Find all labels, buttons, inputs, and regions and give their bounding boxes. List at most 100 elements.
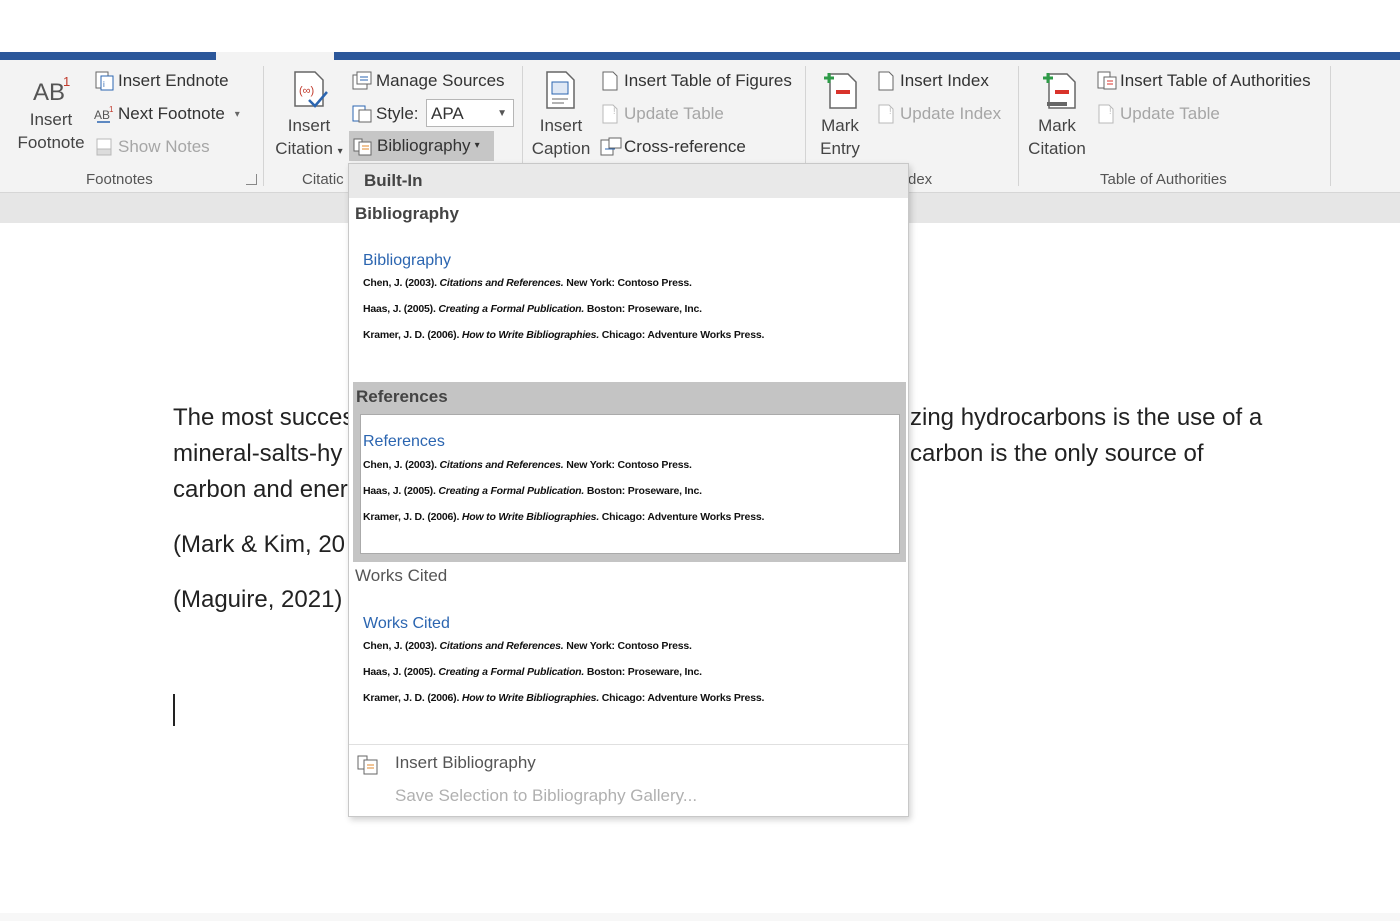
update-authorities-table-label: Update Table [1120,104,1220,123]
doc-citation-1: (Mark & Kim, 20 [173,531,346,558]
insert-caption-label-1: Insert [539,116,583,135]
references-section-heading: References [356,387,448,406]
references-gallery-item[interactable]: References References Chen, J. (2003). C… [353,382,906,562]
svg-text:AB: AB [94,108,110,122]
insert-table-of-authorities-label: Insert Table of Authorities [1120,71,1311,90]
insert-endnote-button[interactable]: i Insert Endnote [94,68,229,94]
insert-caption-button[interactable]: Insert Caption [528,70,594,160]
mark-citation-label-2: Citation [1028,139,1086,158]
insert-bibliography-menu-item[interactable]: Insert Bibliography [349,749,908,779]
show-notes-button[interactable]: Show Notes [94,134,210,160]
doc-line-1-left: The most succes [173,404,355,431]
built-in-header: Built-In [349,164,908,198]
table-of-figures-icon [600,71,620,91]
bibliography-section-heading: Bibliography [355,204,459,223]
update-authorities-table-icon: ! [1096,104,1116,124]
works-cited-entry: Kramer, J. D. (2006). How to Write Bibli… [363,692,765,704]
insert-footnote-label-1: Insert [29,110,73,129]
references-entry: Haas, J. (2005). Creating a Formal Publi… [363,485,702,497]
insert-footnote-label-2: Footnote [17,133,85,152]
works-cited-entry: Chen, J. (2003). Citations and Reference… [363,640,692,652]
update-table-label: Update Table [624,104,724,123]
insert-caption-icon [544,70,578,110]
update-table-button[interactable]: ! Update Table [600,101,724,127]
works-cited-item-title: Works Cited [363,615,450,632]
next-footnote-label: Next Footnote [118,104,225,123]
update-index-label: Update Index [900,104,1002,123]
mark-entry-button[interactable]: Mark Entry [812,68,868,160]
style-label-row: Style: [352,101,419,127]
bibliography-dropdown-icon: ▾ [474,140,480,151]
bibliography-item-title: Bibliography [363,252,452,269]
svg-text:!: ! [889,106,892,116]
group-divider [1018,66,1019,186]
group-divider [263,66,264,186]
bibliography-entry: Chen, J. (2003). Citations and Reference… [363,277,692,289]
cross-reference-icon [600,137,622,157]
bibliography-icon [353,136,373,156]
next-footnote-icon: AB 1 [94,104,114,124]
manage-sources-button[interactable]: Manage Sources [352,68,505,94]
text-cursor [173,694,175,726]
citations-group-label: Citatic [302,171,344,188]
manage-sources-label: Manage Sources [376,71,505,90]
svg-text:(∞): (∞) [299,85,314,97]
mark-citation-label-1: Mark [1038,116,1076,135]
next-footnote-button[interactable]: AB 1 Next Footnote ▾ [94,101,240,127]
index-group-label: dex [908,171,933,188]
citation-style-value: APA [431,104,464,123]
style-icon [352,104,372,124]
mark-citation-icon [1035,68,1079,110]
works-cited-gallery-item[interactable]: Works Cited Chen, J. (2003). Citations a… [349,607,908,717]
insert-index-label: Insert Index [900,71,989,90]
style-label: Style: [376,104,419,123]
mark-entry-icon [820,68,860,110]
insert-caption-label-2: Caption [531,139,591,158]
insert-bibliography-label: Insert Bibliography [395,753,536,772]
update-authorities-table-button[interactable]: ! Update Table [1096,101,1220,127]
mark-citation-button[interactable]: Mark Citation [1024,68,1090,160]
insert-citation-button[interactable]: (∞) Insert Citation ▾ [270,70,348,163]
citation-style-select[interactable]: APA ▼ [426,99,514,127]
insert-footnote-button[interactable]: AB 1 Insert Footnote [14,72,88,154]
insert-citation-dropdown-icon: ▾ [337,146,343,157]
insert-table-of-figures-label: Insert Table of Figures [624,71,792,90]
table-of-authorities-icon [1096,71,1117,91]
endnote-icon: i [94,71,114,91]
update-index-button[interactable]: ! Update Index [876,101,1001,127]
svg-text:!: ! [613,106,616,116]
svg-text:1: 1 [63,74,70,89]
insert-bibliography-icon [357,753,381,780]
mark-entry-label-1: Mark [821,116,859,135]
insert-table-of-authorities-button[interactable]: Insert Table of Authorities [1096,68,1311,94]
update-table-icon: ! [600,104,620,124]
insert-table-of-figures-button[interactable]: Insert Table of Figures [600,68,792,94]
references-preview: References Chen, J. (2003). Citations an… [360,414,900,554]
svg-text:i: i [103,80,105,89]
insert-citation-label-2: Citation [275,139,333,158]
bibliography-gallery-item[interactable]: Bibliography Chen, J. (2003). Citations … [349,244,908,354]
cross-reference-button[interactable]: Cross-reference [600,134,746,160]
bibliography-button[interactable]: Bibliography ▾ [349,131,494,161]
bibliography-label: Bibliography [377,136,471,155]
svg-text:AB: AB [33,79,65,104]
show-notes-icon [94,137,114,157]
save-selection-menu-item[interactable]: Save Selection to Bibliography Gallery..… [349,784,908,812]
references-item-title: References [363,433,445,450]
svg-text:1: 1 [109,105,114,114]
show-notes-label: Show Notes [118,137,210,156]
group-divider [1330,66,1331,186]
cross-reference-label: Cross-reference [624,137,746,156]
active-tab-gap [216,52,334,60]
menu-divider [349,744,908,745]
doc-line-2-left: mineral-salts-hy [173,440,343,467]
insert-index-icon [876,71,896,91]
insert-citation-label-1: Insert [287,116,331,135]
footnote-icon: AB 1 [29,72,73,106]
footnotes-dialog-launcher-icon[interactable] [246,174,257,185]
save-selection-label: Save Selection to Bibliography Gallery..… [395,786,698,805]
mark-entry-label-2: Entry [820,139,860,158]
next-footnote-dropdown-icon[interactable]: ▾ [235,109,240,120]
doc-line-1-right: zing hydrocarbons is the use of a [910,404,1263,431]
insert-index-button[interactable]: Insert Index [876,68,989,94]
